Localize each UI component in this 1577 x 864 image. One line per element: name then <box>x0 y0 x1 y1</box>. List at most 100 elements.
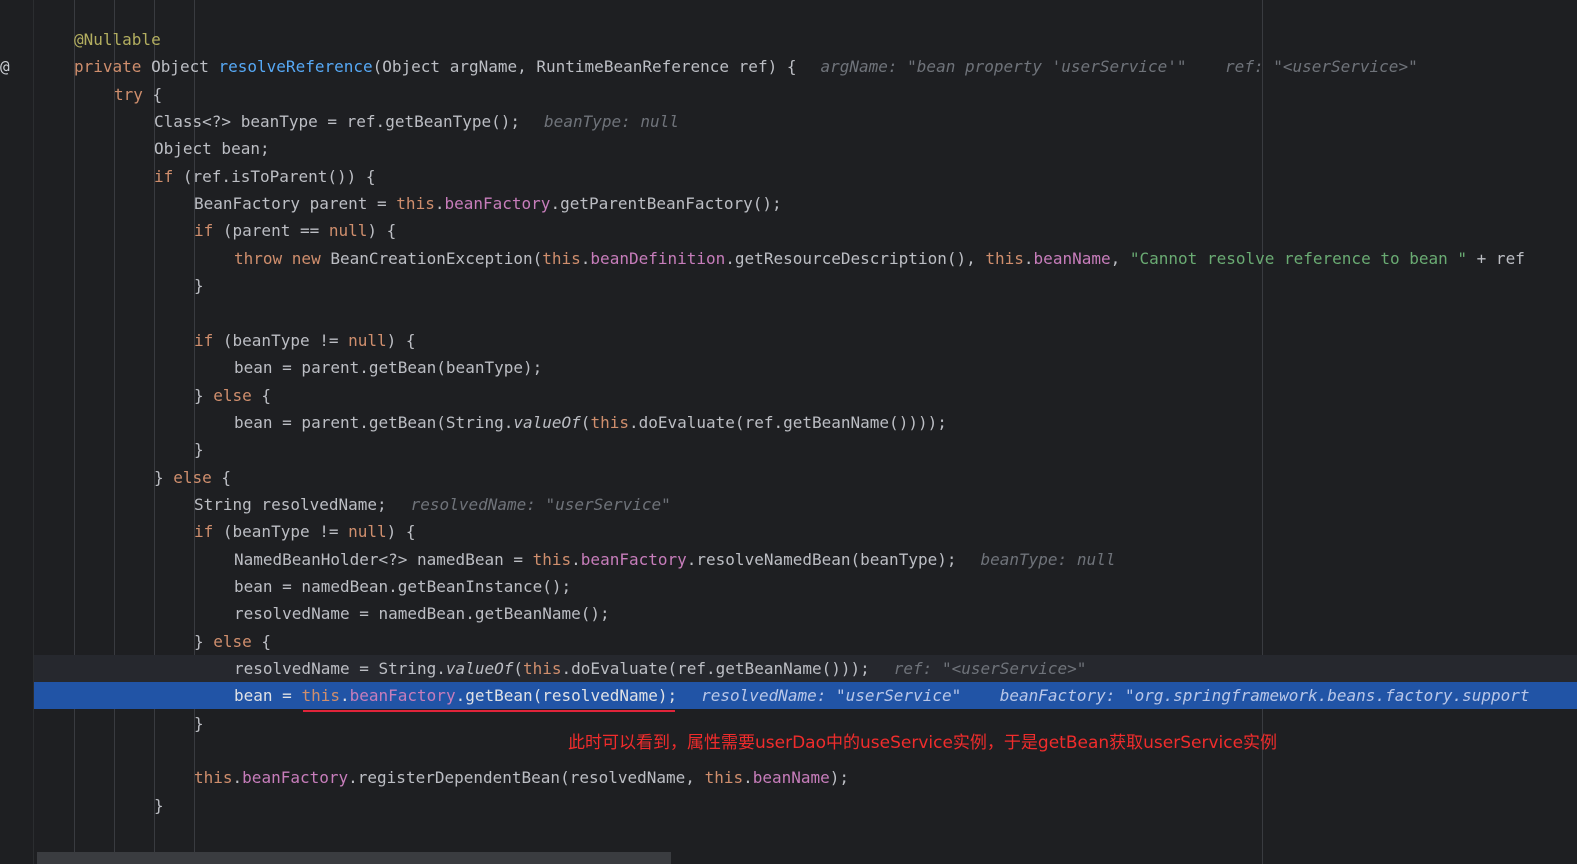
code-token: } <box>194 440 204 460</box>
code-line[interactable]: if (ref.isToParent()) { <box>34 163 1577 190</box>
code-token: this <box>532 549 572 569</box>
code-token: (parent == <box>213 221 329 241</box>
code-token: beanFactory <box>580 549 687 569</box>
code-token: .getBean(resolvedName); <box>455 686 678 706</box>
code-token: ); <box>829 768 850 788</box>
code-token: } <box>194 385 214 405</box>
code-line[interactable]: BeanFactory parent = this.beanFactory.ge… <box>34 190 1577 217</box>
code-token: String resolvedName; <box>194 494 387 514</box>
code-line[interactable]: bean = parent.getBean(beanType); <box>34 354 1577 381</box>
code-line[interactable]: try { <box>34 81 1577 108</box>
code-line[interactable]: Class<?> beanType = ref.getBeanType(); be… <box>34 108 1577 135</box>
implements-marker-icon[interactable]: @ <box>0 56 16 78</box>
code-token: null <box>328 221 368 241</box>
code-token: beanName <box>1033 248 1111 268</box>
code-token: bean = parent.getBean(beanType); <box>234 358 543 378</box>
debug-inline-value: beanType: null <box>544 112 679 132</box>
code-token: (Object argName, RuntimeBeanReference re… <box>372 57 797 77</box>
code-line[interactable]: @Nullable <box>34 26 1577 53</box>
code-token: ( <box>580 412 591 432</box>
code-token: valueOf <box>445 659 514 679</box>
editor-gutter[interactable]: @ <box>0 0 34 864</box>
code-token: Object <box>151 57 219 77</box>
code-token: . <box>743 768 753 788</box>
code-line[interactable]: } <box>34 792 1577 819</box>
code-token: .resolveNamedBean(beanType); <box>686 549 957 569</box>
code-token: } <box>154 467 174 487</box>
code-token: this <box>985 248 1024 268</box>
code-line[interactable]: this.beanFactory.registerDependentBean(r… <box>34 764 1577 791</box>
code-token: { <box>142 84 163 104</box>
code-token: .getParentBeanFactory(); <box>550 194 782 214</box>
code-token: { <box>211 467 232 487</box>
debug-inline-value: ref: "<userService>" <box>893 659 1087 679</box>
code-line[interactable]: } else { <box>34 464 1577 491</box>
code-line[interactable]: } else { <box>34 382 1577 409</box>
code-token: } <box>194 713 204 733</box>
code-token: "Cannot resolve reference to bean " <box>1129 248 1468 268</box>
code-token: this <box>590 412 629 432</box>
code-token: else <box>173 467 212 487</box>
code-token: resolvedName = String. <box>234 659 446 679</box>
code-token: resolvedName = namedBean.getBeanName(); <box>234 604 610 624</box>
code-token: . <box>232 768 243 788</box>
code-token: .doEvaluate(ref.getBeanName())); <box>561 659 870 679</box>
debug-inline-value: beanType: null <box>980 549 1116 569</box>
horizontal-scrollbar[interactable] <box>37 852 671 864</box>
code-line[interactable]: if (beanType != null) { <box>34 518 1577 545</box>
code-token: .registerDependentBean(resolvedName, <box>348 768 705 788</box>
code-token: { <box>251 385 272 405</box>
code-line[interactable]: if (beanType != null) { <box>34 327 1577 354</box>
code-token: beanName <box>752 768 830 788</box>
debug-inline-value: resolvedName: "userService" beanFactory:… <box>701 686 1530 706</box>
code-line[interactable]: NamedBeanHolder<?> namedBean = this.bean… <box>34 546 1577 573</box>
code-token: this <box>542 248 581 268</box>
code-token: null <box>348 522 387 542</box>
code-token: @Nullable <box>74 30 161 49</box>
code-token: { <box>251 631 272 651</box>
code-line-current-breakpoint[interactable]: bean = this.beanFactory.getBean(resolved… <box>34 682 1577 710</box>
code-token: } <box>194 631 214 651</box>
code-line[interactable]: } else { <box>34 628 1577 655</box>
code-token: bean = <box>234 686 302 706</box>
code-token: Object bean; <box>154 139 270 159</box>
code-token: throw new <box>234 248 331 268</box>
code-token: } <box>194 276 204 296</box>
code-line[interactable]: private Object resolveReference(Object a… <box>34 53 1577 80</box>
code-token: (ref.isToParent()) { <box>173 166 376 186</box>
code-token: ) { <box>367 221 397 241</box>
code-line[interactable]: resolvedName = namedBean.getBeanName(); <box>34 600 1577 627</box>
debug-inline-value: argName: "bean property 'userService'" r… <box>820 57 1418 77</box>
code-line[interactable] <box>34 819 1577 846</box>
code-token: + ref <box>1467 248 1525 268</box>
code-token: . <box>1023 248 1034 268</box>
code-line[interactable]: resolvedName = String.valueOf(this.doEva… <box>34 655 1577 683</box>
code-token: . <box>580 248 591 268</box>
code-token: Class<?> beanType = ref.getBeanType(); <box>154 112 521 132</box>
code-line[interactable]: Object bean; <box>34 135 1577 162</box>
code-line[interactable]: String resolvedName; resolvedName: "userS… <box>34 491 1577 518</box>
code-token: . <box>571 549 581 569</box>
code-line[interactable]: if (parent == null) { <box>34 217 1577 244</box>
annotation-text: 此时可以看到，属性需要userDao中的useService实例，于是getBe… <box>568 733 1278 753</box>
code-line[interactable]: } <box>34 436 1577 463</box>
code-line[interactable]: throw new BeanCreationException(this.bea… <box>34 245 1577 272</box>
debug-inline-value: resolvedName: "userService" <box>410 494 671 514</box>
code-line[interactable] <box>34 300 1577 327</box>
code-token: null <box>348 330 387 350</box>
code-line[interactable]: } <box>34 272 1577 299</box>
code-token: this <box>194 768 233 788</box>
code-token: beanFactory <box>349 686 456 706</box>
code-token: . <box>339 686 350 706</box>
code-token: .doEvaluate(ref.getBeanName()))); <box>628 412 947 432</box>
code-token: if <box>194 522 214 542</box>
code-token: else <box>213 385 252 405</box>
code-token: beanDefinition <box>590 248 726 268</box>
code-token: } <box>154 795 164 815</box>
code-line[interactable]: bean = parent.getBean(String.valueOf(thi… <box>34 409 1577 436</box>
red-underline-annotation <box>303 710 675 712</box>
code-token: bean = parent.getBean(String. <box>234 412 514 432</box>
code-token: this <box>704 768 744 788</box>
code-line[interactable]: bean = namedBean.getBeanInstance(); <box>34 573 1577 600</box>
code-token: private <box>74 57 152 77</box>
